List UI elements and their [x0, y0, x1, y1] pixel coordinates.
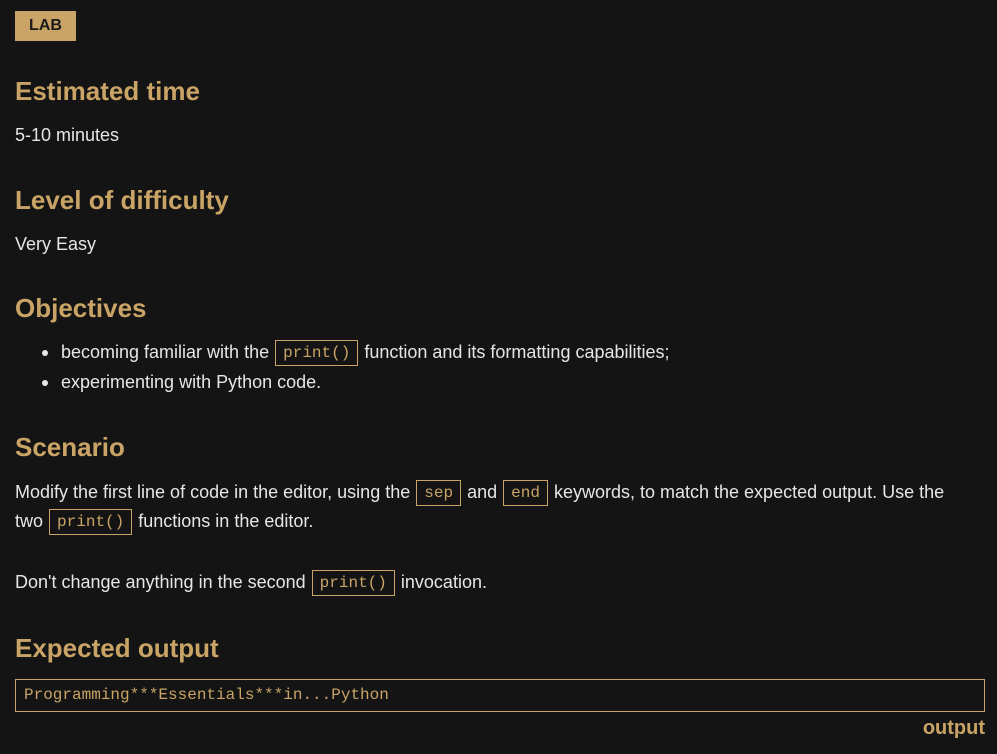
scenario-text: two	[15, 511, 44, 531]
difficulty-heading: Level of difficulty	[15, 185, 229, 215]
estimated-time-value: 5-10 minutes	[15, 125, 120, 145]
scenario-line-1: Modify the first line of code in the edi…	[15, 477, 944, 507]
scenario-text: Modify the first line of code in the edi…	[15, 482, 411, 502]
scenario-text: invocation.	[400, 572, 487, 592]
scenario-line-3: Don't change anything in the second prin…	[15, 567, 487, 597]
estimated-time-heading: Estimated time	[15, 76, 200, 106]
objective-text: function and its formatting capabilities…	[364, 342, 670, 362]
scenario-text: Don't change anything in the second	[15, 572, 306, 592]
objective-text: experimenting with Python code.	[61, 372, 322, 392]
scenario-line-2: two print() functions in the editor.	[15, 506, 313, 536]
sep-code: sep	[416, 480, 462, 507]
print-code: print()	[49, 509, 133, 536]
print-code: print()	[311, 570, 395, 597]
scenario-text: and	[467, 482, 498, 502]
objective-text: becoming familiar with the	[61, 342, 270, 362]
output-label: output	[922, 717, 985, 739]
end-code: end	[503, 480, 548, 507]
expected-output-box: Programming***Essentials***in...Python	[15, 679, 985, 712]
objective-item: becoming familiar with the print() funct…	[15, 337, 670, 367]
print-code: print()	[275, 340, 359, 367]
scenario-text: functions in the editor.	[138, 511, 314, 531]
objectives-list: becoming familiar with the print() funct…	[15, 337, 670, 397]
objective-item: experimenting with Python code.	[15, 367, 670, 397]
lab-badge: LAB	[15, 11, 76, 41]
objectives-heading: Objectives	[15, 293, 147, 323]
difficulty-value: Very Easy	[15, 234, 97, 254]
scenario-heading: Scenario	[15, 432, 125, 462]
expected-output-heading: Expected output	[15, 633, 219, 663]
scenario-text: keywords, to match the expected output. …	[553, 482, 945, 502]
